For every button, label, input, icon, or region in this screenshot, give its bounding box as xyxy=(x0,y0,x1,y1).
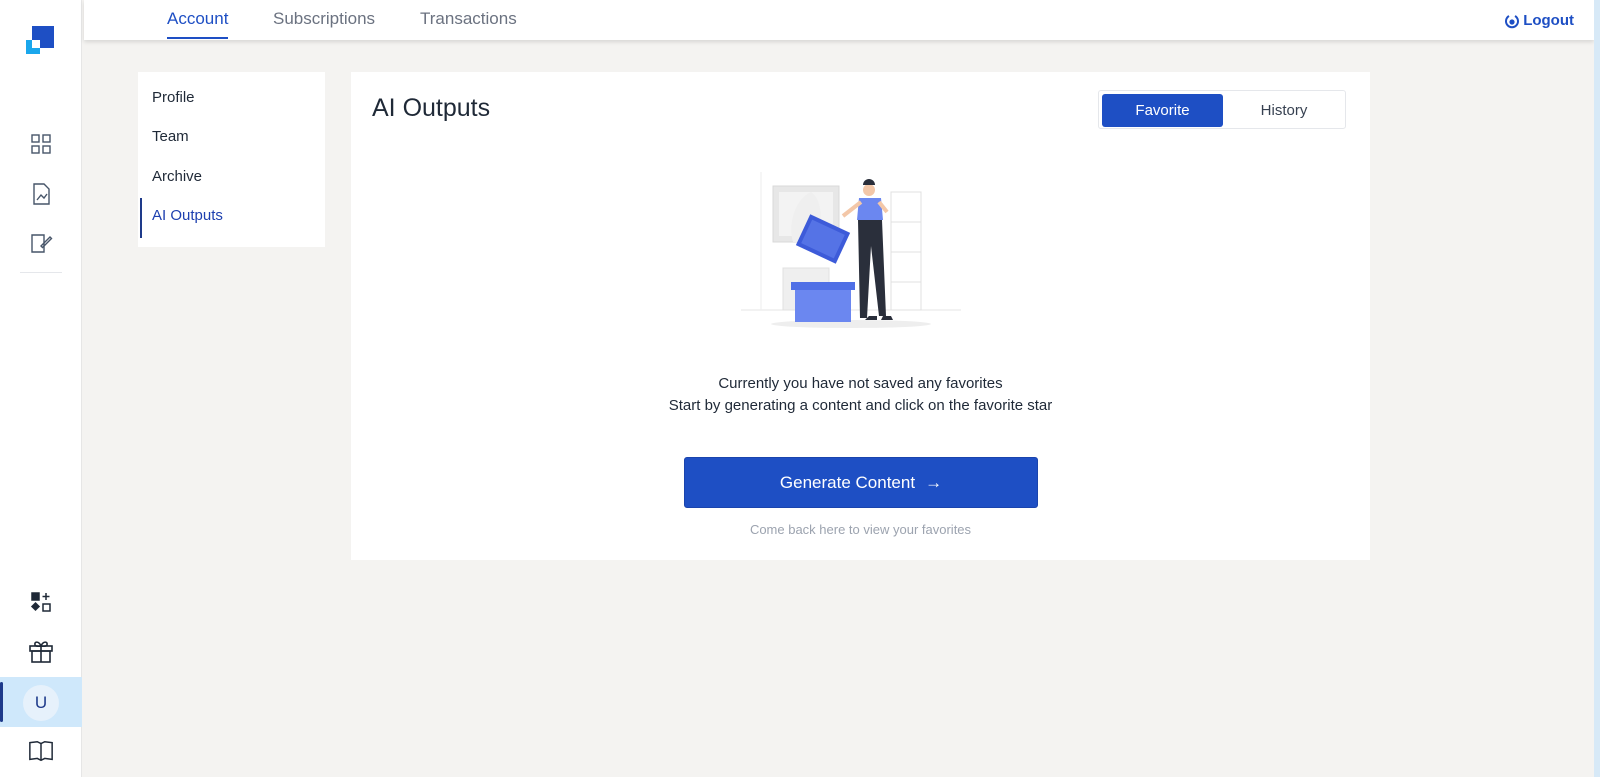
edit-note-icon[interactable] xyxy=(28,231,54,257)
left-rail: U xyxy=(0,0,82,777)
favorite-history-toggle: Favorite History xyxy=(1098,90,1346,129)
user-menu-item[interactable]: U xyxy=(0,677,82,727)
logout-label: Logout xyxy=(1523,12,1574,29)
empty-state-illustration xyxy=(741,172,961,328)
top-nav: Account Subscriptions Transactions Logou… xyxy=(84,0,1594,40)
tab-account[interactable]: Account xyxy=(167,9,229,39)
guide-book-icon[interactable] xyxy=(28,738,54,764)
generate-content-label: Generate Content xyxy=(779,472,916,492)
empty-state-line1: Currently you have not saved any favorit… xyxy=(718,375,1003,392)
gift-icon[interactable] xyxy=(28,638,54,664)
arrow-right-icon: → xyxy=(925,472,943,492)
logout-button[interactable]: Logout xyxy=(1504,12,1574,29)
page-title: AI Outputs xyxy=(372,94,491,122)
add-widget-icon[interactable] xyxy=(28,589,54,615)
app-logo[interactable] xyxy=(26,26,54,54)
dashboard-grid-icon[interactable] xyxy=(28,131,54,157)
tab-subscriptions[interactable]: Subscriptions xyxy=(273,9,375,29)
generate-content-button[interactable]: Generate Content → xyxy=(684,457,1038,508)
account-submenu: Profile Team Archive AI Outputs xyxy=(138,72,325,247)
history-toggle-button[interactable]: History xyxy=(1225,94,1343,127)
tab-transactions[interactable]: Transactions xyxy=(420,9,517,29)
submenu-item-team[interactable]: Team xyxy=(152,128,189,145)
rail-divider xyxy=(20,272,62,273)
ai-outputs-panel: AI Outputs Favorite History Currently yo… xyxy=(351,72,1370,560)
logout-icon xyxy=(1505,14,1520,28)
empty-state-line2: Start by generating a content and click … xyxy=(668,397,1053,414)
empty-state-hint: Come back here to view your favorites xyxy=(749,522,972,537)
scrollbar-track[interactable] xyxy=(1594,0,1600,777)
submenu-active-indicator xyxy=(140,198,142,238)
active-indicator xyxy=(0,682,3,722)
submenu-item-ai-outputs[interactable]: AI Outputs xyxy=(152,207,223,224)
submenu-item-archive[interactable]: Archive xyxy=(152,168,202,185)
favorite-toggle-button[interactable]: Favorite xyxy=(1102,94,1223,127)
avatar[interactable]: U xyxy=(23,685,59,721)
report-chart-icon[interactable] xyxy=(28,181,54,207)
submenu-item-profile[interactable]: Profile xyxy=(152,89,195,106)
